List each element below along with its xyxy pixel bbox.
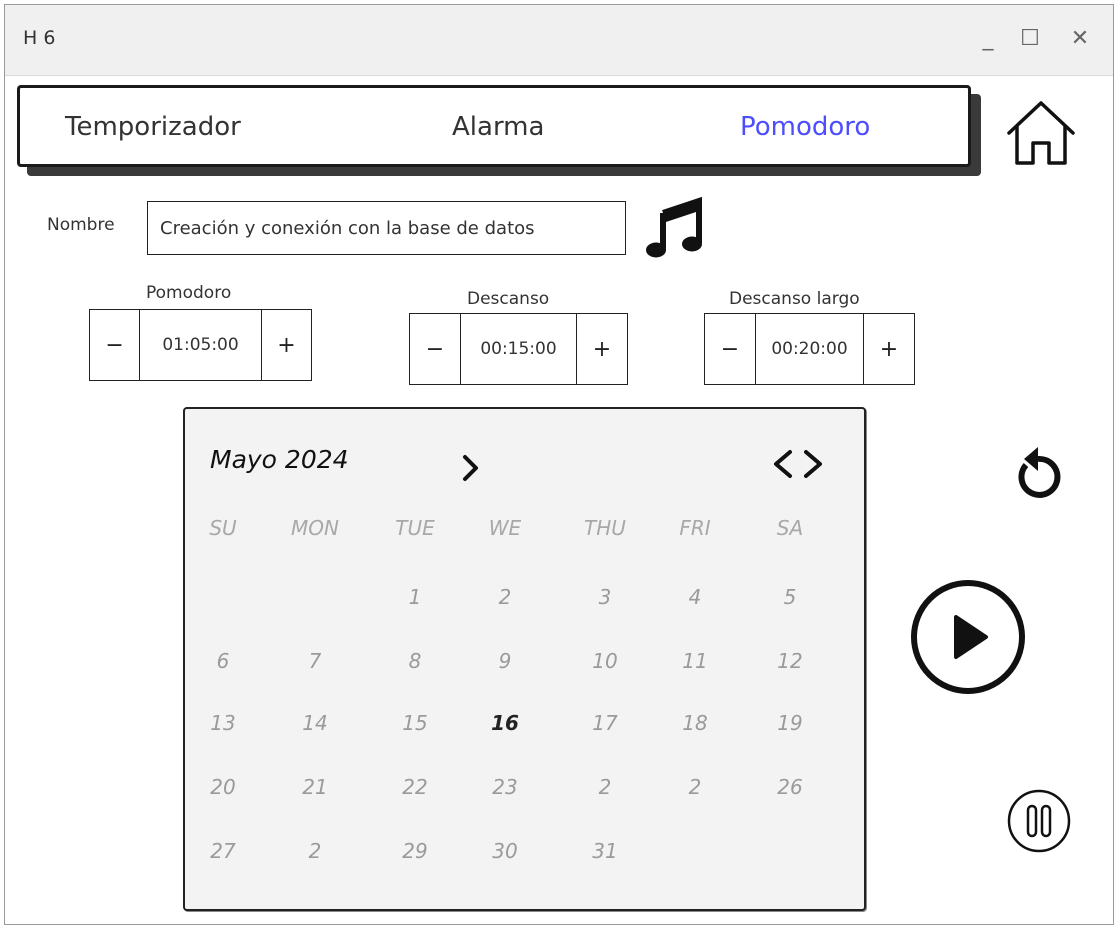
calendar-day[interactable]: 13 bbox=[193, 711, 253, 735]
calendar-day[interactable]: 19 bbox=[760, 711, 820, 735]
prev-next-navigation-icon[interactable] bbox=[768, 447, 830, 481]
name-field[interactable]: Creación y conexión con la base de datos bbox=[147, 201, 626, 255]
descanso-largo-decrement-button[interactable]: − bbox=[705, 314, 755, 384]
window-title: H 6 bbox=[23, 27, 56, 49]
name-label: Nombre bbox=[47, 215, 115, 235]
app-window: H 6 _ ☐ ✕ Temporizador Alarma Pomodoro N… bbox=[4, 4, 1114, 925]
maximize-button[interactable]: ☐ bbox=[1015, 23, 1045, 53]
descanso-timer-label: Descanso bbox=[467, 289, 550, 309]
calendar-day[interactable]: 17 bbox=[575, 711, 635, 735]
calendar-day[interactable]: 31 bbox=[575, 839, 635, 863]
calendar-day[interactable]: 9 bbox=[475, 649, 535, 673]
descanso-decrement-button[interactable]: − bbox=[410, 314, 460, 384]
pause-icon[interactable] bbox=[1005, 787, 1073, 855]
descanso-stepper: − 00:15:00 + bbox=[409, 313, 628, 385]
calendar-day[interactable]: 2 bbox=[665, 775, 725, 799]
calendar-day[interactable]: 2 bbox=[285, 839, 345, 863]
descanso-largo-increment-button[interactable]: + bbox=[864, 314, 914, 384]
weekday-label: THU bbox=[584, 516, 626, 540]
calendar-day[interactable]: 12 bbox=[760, 649, 820, 673]
calendar-day[interactable]: 7 bbox=[285, 649, 345, 673]
pomodoro-decrement-button[interactable]: − bbox=[90, 310, 139, 380]
home-icon[interactable] bbox=[1003, 97, 1079, 169]
weekday-label: MON bbox=[291, 516, 339, 540]
play-icon[interactable] bbox=[908, 577, 1028, 697]
calendar-day[interactable]: 3 bbox=[575, 585, 635, 609]
close-button[interactable]: ✕ bbox=[1065, 23, 1095, 53]
weekday-label: TUE bbox=[395, 516, 435, 540]
calendar: Mayo 2024 SU MON TUE WE THU FRI SA 1 2 3 4 5 6 7 8 9 10… bbox=[183, 407, 866, 911]
pomodoro-stepper: − 01:05:00 + bbox=[89, 309, 312, 381]
descanso-increment-button[interactable]: + bbox=[577, 314, 627, 384]
calendar-day[interactable]: 27 bbox=[193, 839, 253, 863]
calendar-day[interactable]: 11 bbox=[665, 649, 725, 673]
title-bar: H 6 _ ☐ ✕ bbox=[5, 5, 1113, 76]
music-note-icon[interactable] bbox=[645, 197, 705, 259]
minimize-button[interactable]: _ bbox=[973, 23, 1003, 53]
calendar-day[interactable]: 21 bbox=[285, 775, 345, 799]
weekday-label: SU bbox=[209, 516, 237, 540]
pomodoro-time-value[interactable]: 01:05:00 bbox=[139, 310, 262, 380]
calendar-day[interactable]: 10 bbox=[575, 649, 635, 673]
tab-temporizador[interactable]: Temporizador bbox=[65, 112, 241, 142]
next-month-icon[interactable] bbox=[461, 453, 481, 483]
calendar-day[interactable]: 15 bbox=[385, 711, 445, 735]
calendar-day[interactable]: 8 bbox=[385, 649, 445, 673]
calendar-day[interactable]: 16 bbox=[475, 711, 535, 735]
reset-icon[interactable] bbox=[1008, 445, 1068, 505]
pomodoro-increment-button[interactable]: + bbox=[262, 310, 311, 380]
calendar-day[interactable]: 30 bbox=[475, 839, 535, 863]
calendar-day[interactable]: 4 bbox=[665, 585, 725, 609]
calendar-day[interactable]: 6 bbox=[193, 649, 253, 673]
calendar-day[interactable]: 5 bbox=[760, 585, 820, 609]
calendar-day[interactable]: 26 bbox=[760, 775, 820, 799]
weekday-label: WE bbox=[488, 516, 522, 540]
calendar-day[interactable]: 2 bbox=[475, 585, 535, 609]
descanso-time-value[interactable]: 00:15:00 bbox=[460, 314, 577, 384]
tab-pomodoro[interactable]: Pomodoro bbox=[740, 112, 870, 142]
calendar-day[interactable]: 14 bbox=[285, 711, 345, 735]
tab-bar: Temporizador Alarma Pomodoro bbox=[17, 85, 971, 167]
calendar-day[interactable]: 20 bbox=[193, 775, 253, 799]
calendar-day[interactable]: 22 bbox=[385, 775, 445, 799]
calendar-day[interactable]: 29 bbox=[385, 839, 445, 863]
tab-alarma[interactable]: Alarma bbox=[452, 112, 544, 142]
weekday-label: SA bbox=[776, 516, 804, 540]
descanso-largo-stepper: − 00:20:00 + bbox=[704, 313, 915, 385]
pomodoro-timer-label: Pomodoro bbox=[146, 283, 232, 303]
descanso-largo-time-value[interactable]: 00:20:00 bbox=[755, 314, 864, 384]
weekday-label: FRI bbox=[679, 516, 711, 540]
calendar-month-title: Mayo 2024 bbox=[210, 445, 349, 474]
calendar-day[interactable]: 2 bbox=[575, 775, 635, 799]
calendar-day[interactable]: 23 bbox=[475, 775, 535, 799]
calendar-day[interactable]: 1 bbox=[385, 585, 445, 609]
calendar-day[interactable]: 18 bbox=[665, 711, 725, 735]
descanso-largo-timer-label: Descanso largo bbox=[729, 289, 860, 309]
